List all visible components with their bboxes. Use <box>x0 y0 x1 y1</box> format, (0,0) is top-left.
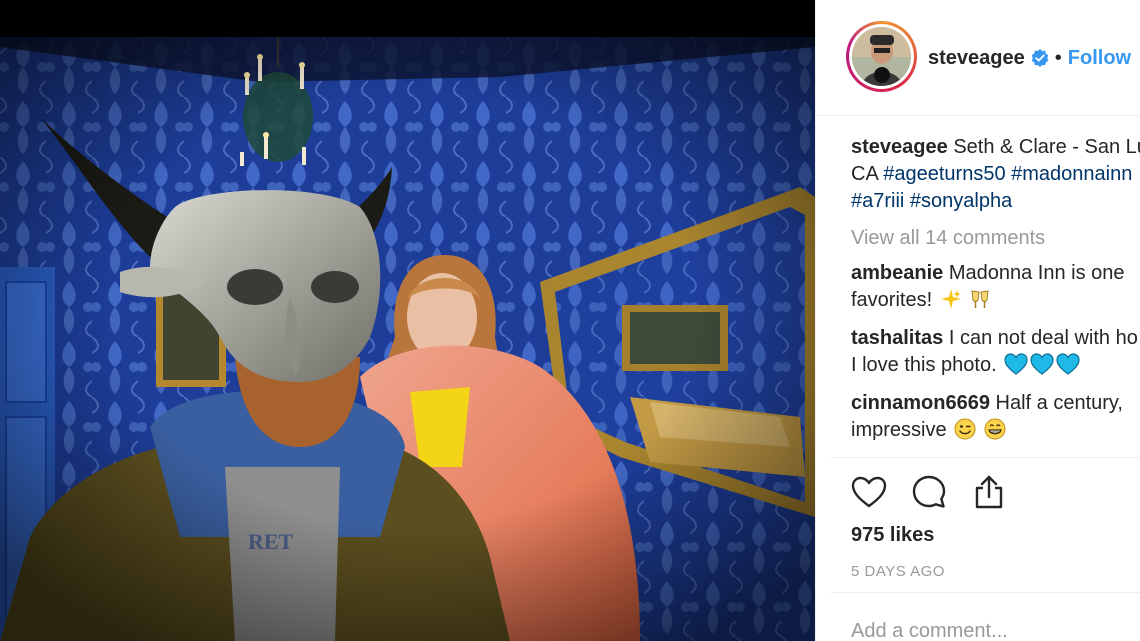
winking-face-emoji-icon <box>954 418 976 448</box>
hashtag-link[interactable]: #madonnainn <box>1011 163 1132 185</box>
post-header: steveagee • Follow <box>816 0 1140 116</box>
comment-text: impressive <box>851 419 947 441</box>
comment-item: tashalitas I can not deal with ho I love… <box>851 325 1140 383</box>
actions-divider <box>831 457 1140 458</box>
avatar-image <box>852 27 911 86</box>
post-author-row: steveagee • Follow <box>928 45 1131 71</box>
hashtag-link[interactable]: #ageeturns50 <box>883 163 1005 185</box>
caption: steveagee Seth & Clare - San Lu CA #agee… <box>851 134 1140 215</box>
share-icon[interactable] <box>969 472 1009 512</box>
hashtag-link[interactable]: #a7riii <box>851 190 904 212</box>
post-photo-panel: RET <box>0 0 815 641</box>
comment-text: favorites! <box>851 289 933 311</box>
comment-text: I can not deal with ho <box>948 327 1138 349</box>
comments-section: steveagee Seth & Clare - San Lu CA #agee… <box>851 134 1140 448</box>
caption-username[interactable]: steveagee <box>851 136 948 158</box>
separator-dot: • <box>1054 46 1062 69</box>
comment-text: Half a century, <box>995 392 1123 414</box>
post-photo[interactable]: RET <box>0 37 815 641</box>
comment-item: ambeanie Madonna Inn is one favorites! <box>851 260 1140 318</box>
caption-text-line2: CA <box>851 163 884 185</box>
comment-username[interactable]: tashalitas <box>851 327 943 349</box>
post-author-username[interactable]: steveagee <box>928 47 1025 70</box>
comment-username[interactable]: ambeanie <box>851 262 943 284</box>
blue-heart-emoji-icon <box>1030 353 1054 383</box>
blue-heart-emoji-icon <box>1056 353 1080 383</box>
photo-illustration: RET <box>0 37 815 641</box>
post-side-panel: steveagee • Follow steveagee Seth & Clar… <box>815 0 1140 641</box>
comment-text: Madonna Inn is one <box>948 262 1125 284</box>
avatar[interactable] <box>846 21 917 92</box>
post-actions <box>849 472 1029 512</box>
comment-divider <box>831 592 1140 593</box>
likes-count[interactable]: 975 likes <box>851 524 934 547</box>
comment-text: I love this photo. <box>851 354 997 376</box>
add-comment-input[interactable]: Add a comment... <box>851 620 1008 641</box>
blue-heart-emoji-icon <box>1004 353 1028 383</box>
grinning-face-emoji-icon <box>984 418 1006 448</box>
hashtag-link[interactable]: #sonyalpha <box>910 190 1012 212</box>
heart-icon[interactable] <box>849 472 889 512</box>
follow-button[interactable]: Follow <box>1068 47 1131 70</box>
comment-bubble-icon[interactable] <box>909 472 949 512</box>
caption-text-line1: Seth & Clare - San Lu <box>953 136 1140 158</box>
post-timestamp: 5 DAYS AGO <box>851 563 945 580</box>
view-all-comments-link[interactable]: View all 14 comments <box>851 225 1140 252</box>
clinking-glasses-emoji-icon <box>969 288 991 318</box>
comment-username[interactable]: cinnamon6669 <box>851 392 990 414</box>
comment-item: cinnamon6669 Half a century, impressive <box>851 390 1140 448</box>
verified-badge-icon <box>1031 49 1049 67</box>
photo-top-bar <box>0 0 815 37</box>
sparkles-emoji-icon <box>940 288 962 318</box>
